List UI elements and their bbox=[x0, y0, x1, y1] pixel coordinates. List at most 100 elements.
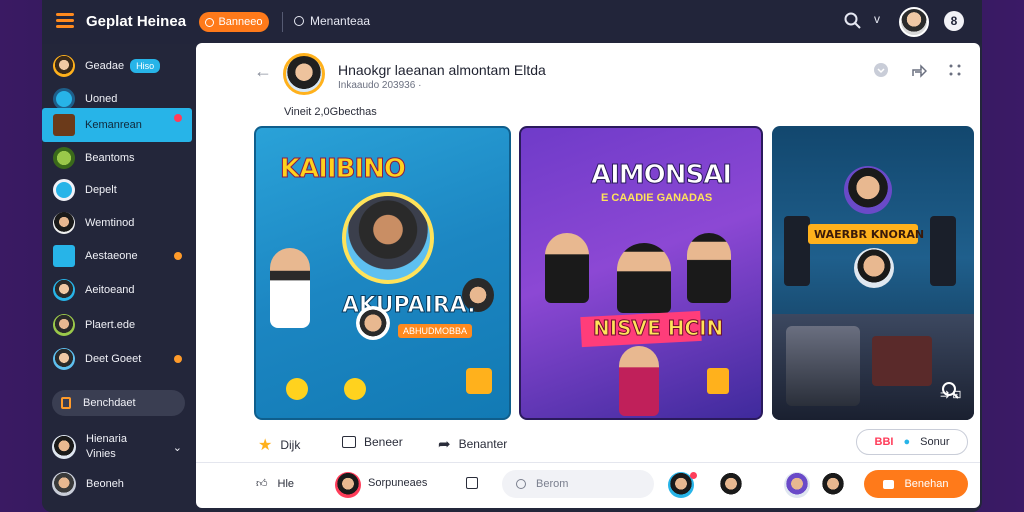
avatar bbox=[53, 314, 75, 336]
sidebar-user-name: Beoneh bbox=[86, 478, 124, 490]
banner-pill-label: Banneeo bbox=[218, 16, 263, 28]
sidebar-item-plaert[interactable]: Plaert.ede bbox=[42, 309, 194, 341]
search-icon[interactable] bbox=[844, 12, 862, 30]
crate bbox=[872, 336, 932, 386]
sidebar-user[interactable]: Beoneh bbox=[42, 472, 194, 496]
avatar[interactable] bbox=[899, 7, 929, 37]
post-image[interactable]: WAERBR KNORAN ⇉ ⊡ bbox=[772, 126, 974, 420]
top-nav-link-label: Menanteaa bbox=[310, 14, 371, 28]
post-author[interactable]: Hnaokgr laeanan almontam Eltda bbox=[338, 62, 546, 78]
circle-icon bbox=[53, 88, 75, 110]
avatar bbox=[53, 147, 75, 169]
chevron-down-icon[interactable]: ⌄ bbox=[173, 441, 182, 454]
avatar bbox=[53, 55, 75, 77]
sidebar-action-label: Benchdaet bbox=[83, 397, 136, 409]
share-icon[interactable] bbox=[910, 61, 928, 79]
portrait bbox=[342, 192, 434, 284]
grid-icon bbox=[53, 114, 75, 136]
sidebar-item-wemtinod[interactable]: Wemtinod bbox=[42, 207, 194, 239]
reaction-count: BBI bbox=[874, 436, 894, 448]
heart-icon[interactable] bbox=[872, 61, 890, 79]
post-image[interactable]: KAIIBINO AKUPAIRA. ABHUDMOBBA bbox=[254, 126, 511, 420]
avatar[interactable] bbox=[784, 472, 810, 498]
avatar bbox=[53, 279, 75, 301]
sidebar-user-sub: Vinies bbox=[86, 448, 116, 460]
figure bbox=[854, 248, 894, 288]
image-subtitle: E CAADIE GANADAS bbox=[601, 192, 713, 204]
sidebar-item-aestaeone[interactable]: Aestaeone bbox=[42, 240, 194, 272]
reaction-pill[interactable]: BBI ● Sonur bbox=[856, 429, 968, 455]
sidebar-item-label: Aeitoeand bbox=[85, 284, 135, 296]
sidebar-user[interactable]: Hienaria Vinies ⌄ bbox=[42, 432, 194, 462]
image-title: AIMONSAI bbox=[590, 160, 732, 191]
avatar[interactable] bbox=[283, 53, 325, 95]
bottom-user-name: Sorpuneaes bbox=[368, 477, 428, 489]
post-panel: ← Hnaokgr laeanan almontam Eltda Inkaaud… bbox=[196, 43, 980, 508]
sidebar-item-label: Plaert.ede bbox=[85, 319, 136, 331]
avatar[interactable] bbox=[820, 472, 846, 498]
like-label: Hle bbox=[277, 477, 295, 490]
back-arrow-icon[interactable]: ← bbox=[254, 61, 272, 82]
sidebar-item-deet-goeet[interactable]: Deet Goeet bbox=[42, 343, 194, 375]
sidebar-item-label: Kemanrean bbox=[85, 119, 142, 131]
menu-icon[interactable] bbox=[56, 13, 74, 29]
primary-action-button[interactable]: Benehan bbox=[864, 470, 968, 498]
avatar bbox=[53, 212, 75, 234]
sidebar-item-label: Beantoms bbox=[85, 152, 135, 164]
notification-dot bbox=[690, 472, 697, 479]
image-badge: ABHUDMOBBA bbox=[398, 324, 473, 338]
sidebar-item-aeitoeand[interactable]: Aeitoeand bbox=[42, 274, 194, 306]
bottom-user[interactable]: Sorpuneaes bbox=[368, 477, 427, 489]
figure bbox=[270, 248, 310, 328]
banner-pill-button[interactable]: Banneeo bbox=[199, 12, 269, 32]
box-icon bbox=[466, 368, 492, 394]
avatar bbox=[52, 435, 76, 459]
chevron-down-icon[interactable]: v bbox=[874, 12, 880, 26]
figure bbox=[687, 233, 731, 303]
search-input[interactable]: Berom bbox=[502, 470, 654, 498]
sidebar-item-label: Deet Goeet bbox=[85, 353, 142, 365]
post-caption: Vineit 2,0Gbecthas bbox=[284, 106, 377, 118]
image-name: NISVE HCIN bbox=[592, 316, 724, 341]
app-window: Geplat Heinea Banneeo Menanteaa v 8 Gead… bbox=[42, 0, 982, 512]
notification-dot bbox=[174, 114, 182, 122]
sidebar-item-kemanrean[interactable]: Kemanrean bbox=[42, 108, 192, 142]
reaction-label: Sonur bbox=[920, 436, 950, 448]
sidebar-action-button[interactable]: Benchdaet bbox=[52, 390, 185, 416]
search-icon[interactable] bbox=[940, 380, 960, 400]
avatar[interactable] bbox=[718, 472, 744, 498]
app-title: Geplat Heinea bbox=[86, 13, 187, 30]
more-icon[interactable] bbox=[946, 61, 964, 79]
figure bbox=[617, 243, 671, 313]
notification-dot bbox=[174, 252, 182, 260]
search-icon bbox=[516, 479, 526, 489]
avatar[interactable] bbox=[335, 472, 361, 498]
notification-dot bbox=[174, 355, 182, 363]
divider bbox=[282, 12, 283, 32]
notification-button[interactable]: 8 bbox=[944, 11, 964, 31]
circle-icon bbox=[205, 17, 215, 27]
globe-icon: ● bbox=[903, 436, 911, 448]
sidebar-item-beantoms[interactable]: Beantoms bbox=[42, 142, 194, 174]
sidebar-user-name: Hienaria bbox=[86, 433, 127, 445]
sidebar-item-depelt[interactable]: Depelt bbox=[42, 174, 194, 206]
sidebar-profile[interactable]: Geadae Hiso bbox=[42, 50, 194, 82]
search-placeholder: Berom bbox=[536, 478, 569, 490]
projector bbox=[786, 326, 860, 406]
share-button[interactable]: ➦ Benanter bbox=[438, 435, 507, 453]
figure bbox=[844, 166, 892, 214]
top-bar: Geplat Heinea Banneeo Menanteaa v 8 bbox=[42, 0, 982, 44]
globe-icon bbox=[294, 16, 304, 26]
circle-icon bbox=[53, 179, 75, 201]
status-badge: Hiso bbox=[130, 59, 161, 73]
post-image[interactable]: AIMONSAI E CAADIE GANADAS NISVE HCIN bbox=[519, 126, 763, 420]
star-button[interactable]: ★ Dijk bbox=[258, 435, 300, 455]
sidebar-item-label: Wemtinod bbox=[85, 217, 135, 229]
top-nav-link[interactable]: Menanteaa bbox=[294, 14, 370, 28]
bookmark-icon[interactable] bbox=[466, 477, 478, 489]
thumbs-up-icon: 👍︎ bbox=[256, 478, 268, 490]
comment-button[interactable]: Beneer bbox=[342, 435, 403, 449]
like-button[interactable]: 👍︎ Hle bbox=[256, 477, 295, 491]
sidebar-item-label: Uoned bbox=[85, 93, 118, 105]
star-label: Dijk bbox=[280, 438, 301, 452]
